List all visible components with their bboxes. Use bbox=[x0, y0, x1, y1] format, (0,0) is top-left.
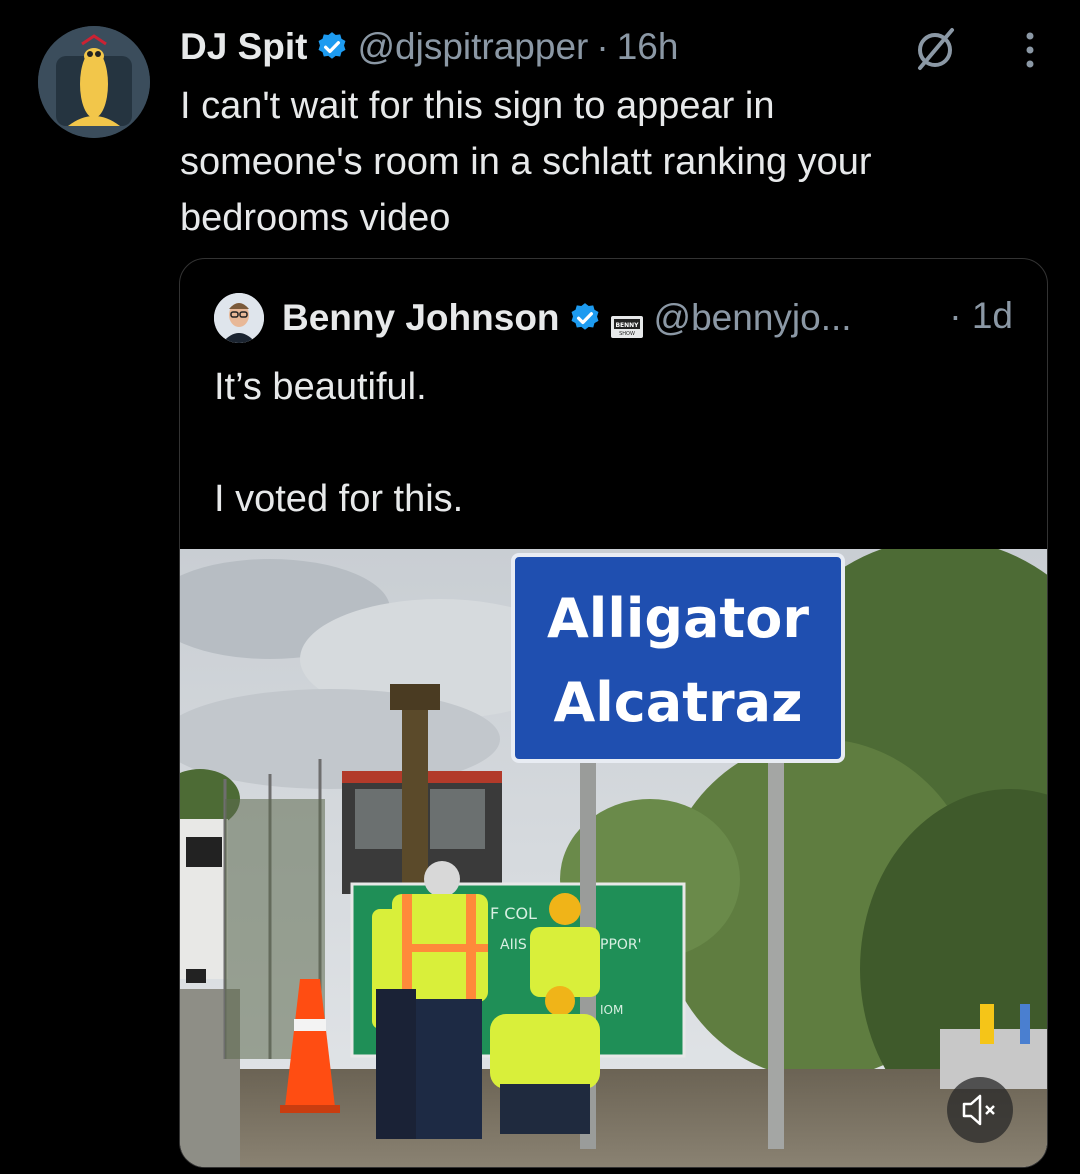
more-options-icon[interactable] bbox=[1022, 28, 1038, 72]
green-sign-text: IOM bbox=[600, 1003, 623, 1017]
green-sign-text: PPOR' bbox=[600, 937, 641, 953]
quoted-author-name[interactable]: Benny Johnson bbox=[282, 297, 560, 339]
tweet-text-line: bedrooms video bbox=[180, 197, 451, 239]
grok-icon[interactable] bbox=[910, 24, 960, 74]
sign-line-2: Alcatraz bbox=[553, 671, 802, 734]
tweet-text-line: someone's room in a schlatt ranking your bbox=[180, 141, 872, 183]
mute-toggle-button[interactable] bbox=[947, 1077, 1013, 1143]
quoted-header: Benny Johnson BENNY SHOW @bennyjo... bbox=[214, 293, 852, 343]
video-frame: F COL AIIS PPOR' IOM Alligator Alcatraz bbox=[180, 539, 1047, 1167]
affiliate-badge-icon[interactable]: BENNY SHOW bbox=[610, 306, 644, 338]
quoted-text-line: I voted for this. bbox=[214, 478, 464, 520]
separator-dot: · bbox=[596, 26, 609, 67]
green-sign-text: AIIS bbox=[500, 937, 527, 953]
quoted-text-line: It’s beautiful. bbox=[214, 366, 427, 408]
tweet-text: I can't wait for this sign to appear in … bbox=[180, 78, 1040, 246]
quoted-author-handle[interactable]: @bennyjo... bbox=[654, 297, 852, 339]
avatar-image bbox=[38, 26, 150, 138]
quoted-avatar[interactable] bbox=[214, 293, 264, 343]
tweet-header: DJ Spit @djspitrapper · 16h bbox=[180, 24, 1050, 70]
verified-badge-icon bbox=[315, 30, 349, 64]
svg-text:BENNY: BENNY bbox=[615, 322, 639, 329]
green-sign-text: F COL bbox=[490, 904, 537, 923]
author-avatar[interactable] bbox=[38, 26, 150, 138]
sign-line-1: Alligator bbox=[547, 587, 809, 650]
quoted-video[interactable]: F COL AIIS PPOR' IOM Alligator Alcatraz bbox=[180, 539, 1047, 1167]
muted-speaker-icon bbox=[962, 1094, 995, 1126]
svg-text:SHOW: SHOW bbox=[619, 331, 635, 337]
tweet-time[interactable]: 16h bbox=[617, 26, 679, 68]
tweet-text-line: I can't wait for this sign to appear in bbox=[180, 85, 775, 127]
quoted-time[interactable]: · 1d bbox=[949, 295, 1013, 337]
author-handle[interactable]: @djspitrapper bbox=[357, 26, 588, 68]
verified-badge-icon bbox=[568, 301, 602, 335]
quoted-tweet[interactable]: Benny Johnson BENNY SHOW @bennyjo... · 1d… bbox=[179, 258, 1048, 1168]
author-name[interactable]: DJ Spit bbox=[180, 26, 307, 68]
